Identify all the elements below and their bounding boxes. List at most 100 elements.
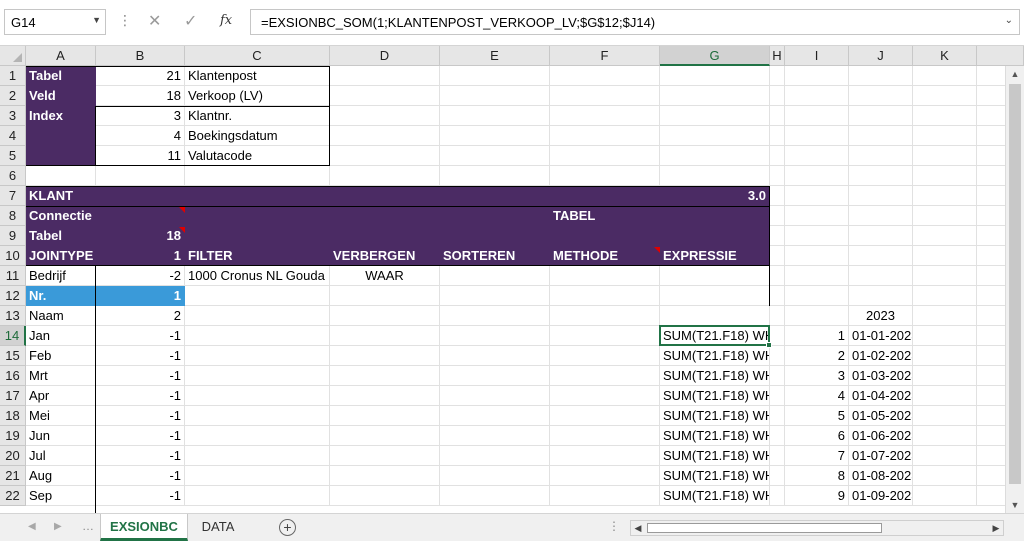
cell-b15[interactable]: -1 <box>96 346 185 366</box>
cell-j5[interactable] <box>849 146 913 166</box>
cell-a1[interactable]: Tabel <box>26 66 96 86</box>
cell-j10[interactable] <box>849 246 913 266</box>
row-header-18[interactable]: 18 <box>0 406 26 426</box>
cell-i10[interactable] <box>785 246 849 266</box>
formula-input[interactable]: =EXSIONBC_SOM(1;KLANTENPOST_VERKOOP_LV;$… <box>250 9 1020 35</box>
column-header-e[interactable]: E <box>440 46 550 66</box>
cell-i20[interactable]: 7 <box>785 446 849 466</box>
cell-c22[interactable] <box>185 486 330 506</box>
cell-i9[interactable] <box>785 226 849 246</box>
cell-k20[interactable] <box>913 446 977 466</box>
cell-c12[interactable] <box>185 286 330 306</box>
cell-c1[interactable]: Klantenpost <box>185 66 330 86</box>
scroll-left-icon[interactable]: ◀ <box>631 521 645 535</box>
cell-b7[interactable] <box>96 186 185 206</box>
worksheet-grid[interactable]: ABCDEFGHIJK 1 2 3 4 5 6 7 8 9 10 11 12 13 14 15 16 17 18 1… <box>0 46 1024 513</box>
sheet-tab-exsionbc[interactable]: EXSIONBC <box>100 514 188 541</box>
cell-c2[interactable]: Verkoop (LV) <box>185 86 330 106</box>
cell-e7[interactable] <box>440 186 550 206</box>
cell-g4[interactable] <box>660 126 770 146</box>
cell-d2[interactable] <box>330 86 440 106</box>
cell-j17[interactable]: 01-04-2023..30-04-2023 <box>849 386 913 406</box>
cell-k16[interactable] <box>913 366 977 386</box>
cell-d22[interactable] <box>330 486 440 506</box>
column-header-g[interactable]: G <box>660 46 770 66</box>
name-box[interactable]: G14 ▼ <box>4 9 106 35</box>
row-header-11[interactable]: 11 <box>0 266 26 286</box>
horizontal-scrollbar[interactable]: ◀ ▶ <box>630 520 1004 536</box>
cell-k8[interactable] <box>913 206 977 226</box>
cell-a7[interactable]: KLANT <box>26 186 96 206</box>
previous-sheet-icon[interactable]: ◀ <box>28 521 36 532</box>
column-header-a[interactable]: A <box>26 46 96 66</box>
cell-d14[interactable] <box>330 326 440 346</box>
cell-h1[interactable] <box>770 66 785 86</box>
cell-g5[interactable] <box>660 146 770 166</box>
cell-d6[interactable] <box>330 166 440 186</box>
cell-e15[interactable] <box>440 346 550 366</box>
cell-e19[interactable] <box>440 426 550 446</box>
column-header-j[interactable]: J <box>849 46 913 66</box>
cell-f20[interactable] <box>550 446 660 466</box>
cell-b8[interactable] <box>96 206 185 226</box>
row-header-15[interactable]: 15 <box>0 346 26 366</box>
cell-c10[interactable]: FILTER <box>185 246 330 266</box>
cell-d11[interactable]: WAAR <box>330 266 440 286</box>
cell-b18[interactable]: -1 <box>96 406 185 426</box>
cell-i11[interactable] <box>785 266 849 286</box>
cell-k18[interactable] <box>913 406 977 426</box>
cell-j22[interactable]: 01-09-2023..30-09-2023 <box>849 486 913 506</box>
cell-h12[interactable] <box>770 286 785 306</box>
cell-j6[interactable] <box>849 166 913 186</box>
cell-j16[interactable]: 01-03-2023..31-03-2023 <box>849 366 913 386</box>
cell-c17[interactable] <box>185 386 330 406</box>
cell-b3[interactable]: 3 <box>96 106 185 126</box>
cell-d13[interactable] <box>330 306 440 326</box>
cell-b2[interactable]: 18 <box>96 86 185 106</box>
next-sheet-icon[interactable]: ▶ <box>54 521 62 532</box>
row-header-7[interactable]: 7 <box>0 186 26 206</box>
row-header-3[interactable]: 3 <box>0 106 26 126</box>
cell-a6[interactable] <box>26 166 96 186</box>
cell-d10[interactable]: VERBERGEN <box>330 246 440 266</box>
cell-i15[interactable]: 2 <box>785 346 849 366</box>
cell-c6[interactable] <box>185 166 330 186</box>
cell-g13[interactable] <box>660 306 770 326</box>
cell-j13[interactable]: 2023 <box>849 306 913 326</box>
cell-g16[interactable]: SUM(T21.F18) WHERE <box>660 366 770 386</box>
cell-b19[interactable]: -1 <box>96 426 185 446</box>
cell-g7[interactable]: 3.0 <box>660 186 770 206</box>
cell-i18[interactable]: 5 <box>785 406 849 426</box>
cell-i5[interactable] <box>785 146 849 166</box>
cell-i7[interactable] <box>785 186 849 206</box>
cell-e8[interactable] <box>440 206 550 226</box>
cell-f12[interactable] <box>550 286 660 306</box>
cell-i21[interactable]: 8 <box>785 466 849 486</box>
cell-c8[interactable] <box>185 206 330 226</box>
cell-a18[interactable]: Mei <box>26 406 96 426</box>
enter-icon[interactable]: ✓ <box>184 11 197 31</box>
cell-i2[interactable] <box>785 86 849 106</box>
cell-d21[interactable] <box>330 466 440 486</box>
cell-g14[interactable]: SUM(T21.F18) WHERE <box>660 326 770 346</box>
cell-g22[interactable]: SUM(T21.F18) WHERE <box>660 486 770 506</box>
cell-b6[interactable] <box>96 166 185 186</box>
cell-h4[interactable] <box>770 126 785 146</box>
cell-h10[interactable] <box>770 246 785 266</box>
cell-g12[interactable] <box>660 286 770 306</box>
cell-e11[interactable] <box>440 266 550 286</box>
cell-k22[interactable] <box>913 486 977 506</box>
row-header-13[interactable]: 13 <box>0 306 26 326</box>
cell-g20[interactable]: SUM(T21.F18) WHERE <box>660 446 770 466</box>
cell-c13[interactable] <box>185 306 330 326</box>
cell-d12[interactable] <box>330 286 440 306</box>
cell-e21[interactable] <box>440 466 550 486</box>
cell-a20[interactable]: Jul <box>26 446 96 466</box>
cell-f8[interactable]: TABEL <box>550 206 660 226</box>
cell-f17[interactable] <box>550 386 660 406</box>
cell-e1[interactable] <box>440 66 550 86</box>
cell-d7[interactable] <box>330 186 440 206</box>
cell-j1[interactable] <box>849 66 913 86</box>
splitter-handle-icon[interactable]: ⋮ <box>608 519 620 533</box>
cell-h5[interactable] <box>770 146 785 166</box>
